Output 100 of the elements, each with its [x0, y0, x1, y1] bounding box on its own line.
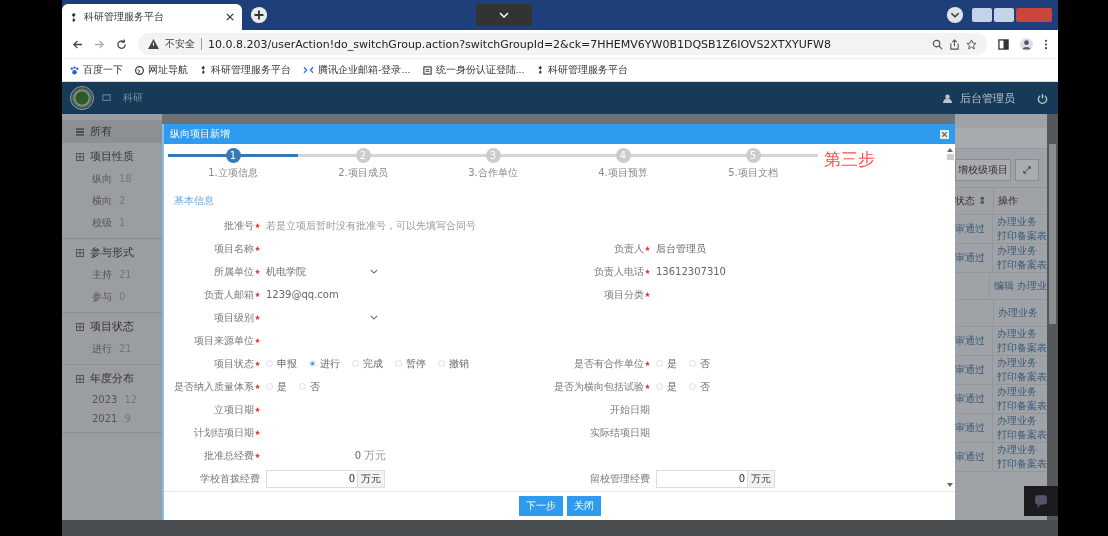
dialog-title: 纵向项目新增 — [170, 127, 230, 141]
radio-option[interactable]: 是 — [266, 379, 287, 394]
field-label: 项目来源单位 — [194, 333, 254, 348]
field-label: 是否为横向包括试验 — [554, 379, 644, 394]
logo-icon — [536, 65, 544, 75]
warning-icon — [148, 39, 159, 49]
browser-tab[interactable]: 科研管理服务平台 — [62, 4, 242, 30]
field-label: 计划结项日期 — [194, 425, 254, 440]
dialog-button[interactable]: 下一步 — [518, 496, 563, 516]
address-bar[interactable]: 不安全 10.0.8.203/userAction!do_switchGroup.action?switchGroupId=2&ck=7HHEMV6YW0B1DQSB1Z6IOVS2XTXYUFW8 — [138, 33, 987, 55]
power-icon[interactable] — [1037, 92, 1048, 104]
new-tab-icon[interactable] — [250, 6, 268, 24]
action-link[interactable]: 打印备案表 — [997, 428, 1047, 442]
action-link[interactable]: 办理业务 — [997, 215, 1047, 229]
close-icon[interactable] — [940, 129, 949, 139]
menu-icon[interactable] — [1044, 38, 1048, 50]
action-link[interactable]: 办理业务 — [997, 385, 1047, 399]
action-link[interactable]: 办理业务 — [997, 443, 1047, 457]
radio-option[interactable]: 是 — [656, 379, 677, 394]
nav-item[interactable]: 科研 — [123, 91, 143, 105]
user-icon — [943, 93, 952, 103]
field-label: 负责人邮箱 — [204, 287, 254, 302]
action-link[interactable]: 办理业务 — [998, 306, 1047, 320]
action-link[interactable]: 办理业务 — [997, 414, 1047, 428]
status-text: 审通过 — [955, 363, 985, 377]
grid-icon — [76, 248, 84, 257]
text-field[interactable]: 若是立项后暂时没有批准号，可以先填写合同号 — [266, 218, 906, 233]
scroll-down-icon — [947, 483, 953, 487]
field-label: 批准号 — [224, 218, 254, 233]
grid-icon — [76, 374, 84, 383]
action-link[interactable]: 编辑 办理业 — [993, 279, 1047, 293]
share-icon[interactable] — [949, 38, 960, 50]
add-project-button[interactable]: 增校级项目 — [955, 159, 1011, 181]
text-field[interactable]: 后台管理员 — [656, 241, 936, 256]
scroll-thumb[interactable] — [946, 154, 954, 160]
action-link[interactable]: 打印备案表 — [997, 370, 1047, 384]
university-logo — [70, 86, 94, 110]
field-label: 学校首拨经费 — [200, 471, 260, 486]
radio-option[interactable]: 暂停 — [395, 356, 426, 371]
field-label: 是否有合作单位 — [574, 356, 644, 371]
monitor-icon — [102, 93, 111, 103]
status-text: 审通过 — [955, 421, 985, 435]
field-label: 实际结项日期 — [590, 425, 650, 440]
action-link[interactable]: 打印备案表 — [997, 258, 1047, 272]
text-field[interactable]: 1239@qq.com — [266, 287, 546, 302]
action-link[interactable]: 办理业务 — [997, 327, 1047, 341]
radio-option[interactable]: 完成 — [352, 356, 383, 371]
radio-option[interactable]: 撤销 — [438, 356, 469, 371]
field-label: 负责人 — [614, 241, 644, 256]
scrollbar[interactable] — [1047, 114, 1058, 520]
back-icon[interactable] — [72, 38, 83, 50]
globe-icon — [135, 65, 144, 75]
radio-option[interactable]: 申报 — [266, 356, 297, 371]
grid-icon — [76, 152, 84, 161]
logo-icon — [200, 65, 207, 75]
column-header[interactable]: 状态 ⇕ — [955, 188, 993, 214]
sidebar-group-title: 项目性质 — [90, 149, 134, 164]
tab-title: 科研管理服务平台 — [84, 10, 165, 24]
logo-icon — [70, 11, 78, 23]
radio-option[interactable]: 否 — [299, 379, 320, 394]
status-text: 审通过 — [955, 392, 985, 406]
bookmark[interactable]: 百度一下 — [70, 63, 123, 77]
dialog-button[interactable]: 关闭 — [566, 496, 601, 516]
radio-option[interactable]: 是 — [656, 356, 677, 371]
field-label: 开始日期 — [610, 402, 650, 417]
user-menu[interactable]: 后台管理员 — [960, 90, 1015, 106]
field-label: 负责人电话 — [594, 264, 644, 279]
action-link[interactable]: 打印备案表 — [997, 399, 1047, 413]
radio-option[interactable]: 否 — [689, 379, 710, 394]
field-label: 项目名称 — [214, 241, 254, 256]
step-label: 4.项目预算 — [598, 166, 648, 180]
step-number: 1 — [225, 148, 241, 163]
radio-option[interactable]: 否 — [689, 356, 710, 371]
action-link[interactable]: 办理业务 — [997, 244, 1047, 258]
text-field[interactable]: 13612307310 — [656, 264, 936, 279]
window-controls[interactable] — [972, 8, 1052, 22]
step-label: 1.立项信息 — [208, 166, 258, 180]
unit-label: 万元 — [364, 448, 386, 463]
action-link[interactable]: 办理业务 — [997, 356, 1047, 370]
bookmark[interactable]: 网址导航 — [135, 63, 188, 77]
star-icon[interactable] — [966, 38, 977, 50]
bookmark-label: 百度一下 — [83, 63, 123, 77]
zoom-icon[interactable] — [932, 38, 943, 50]
action-link[interactable]: 打印备案表 — [997, 341, 1047, 355]
scrollbar[interactable] — [62, 520, 1058, 536]
select-field[interactable]: 机电学院 — [266, 264, 378, 279]
action-link[interactable]: 打印备案表 — [997, 229, 1047, 243]
status-text: 审通过 — [955, 450, 985, 464]
scroll-up-icon — [947, 148, 953, 152]
avatar-icon[interactable] — [1020, 37, 1033, 51]
chat-icon — [1034, 494, 1048, 508]
radio-option[interactable]: 进行 — [309, 356, 340, 371]
reload-icon[interactable] — [116, 38, 127, 50]
chevron-icon — [499, 12, 509, 18]
list-icon — [76, 127, 84, 136]
sidebar-icon[interactable] — [998, 38, 1009, 50]
action-link[interactable]: 打印备案表 — [997, 457, 1047, 471]
sidebar-all-item[interactable]: 所有 — [62, 120, 162, 143]
field-label: 项目分类 — [604, 287, 644, 302]
close-icon[interactable] — [226, 13, 234, 21]
